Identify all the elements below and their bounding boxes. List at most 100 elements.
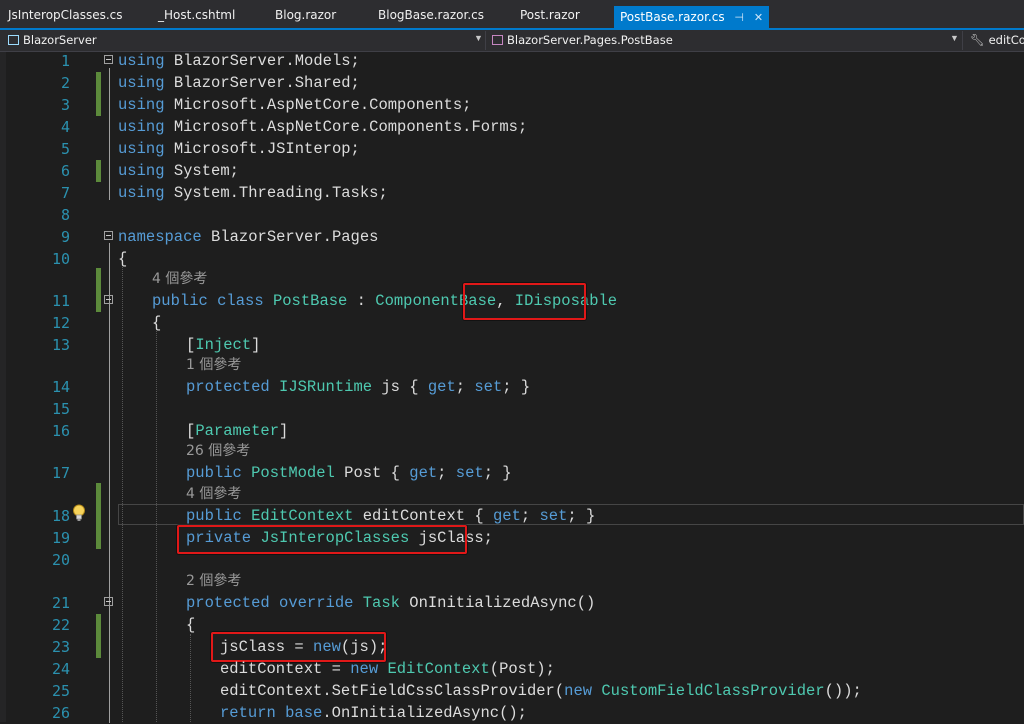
- code-line: 6 using System;: [0, 160, 1024, 182]
- tab-blog-razor[interactable]: Blog.razor: [275, 4, 336, 28]
- code-text: using Microsoft.JSInterop;: [118, 140, 360, 158]
- reference-count[interactable]: 1 個參考: [186, 354, 241, 376]
- line-number: 15: [51, 400, 70, 418]
- line-number: 23: [51, 638, 70, 656]
- tab-label: JsInteropClasses.cs: [8, 8, 123, 22]
- line-number: 16: [51, 422, 70, 440]
- change-marker: [96, 268, 101, 312]
- line-number: 19: [51, 529, 70, 547]
- code-line: 24 editContext = new EditContext(Post);: [0, 658, 1024, 680]
- code-line: 17 public PostModel Post { get; set; }: [0, 462, 1024, 484]
- pin-tab-icon[interactable]: ⊣: [734, 7, 744, 29]
- change-marker: [96, 94, 101, 116]
- chevron-down-icon[interactable]: ▼: [950, 33, 959, 43]
- line-number: 13: [51, 336, 70, 354]
- change-marker: [96, 72, 101, 94]
- collapse-icon[interactable]: [104, 295, 113, 304]
- navigation-bar: BlazorServer ▼ BlazorServer.Pages.PostBa…: [0, 30, 1024, 52]
- code-line: 15: [0, 398, 1024, 420]
- code-line: 26 return base.OnInitializedAsync();: [0, 702, 1024, 724]
- line-number: 1: [60, 52, 70, 70]
- code-text: using System;: [118, 162, 239, 180]
- divider: [962, 31, 963, 50]
- line-number: 10: [51, 250, 70, 268]
- line-number: 14: [51, 378, 70, 396]
- code-text: using System.Threading.Tasks;: [118, 184, 388, 202]
- member-dropdown[interactable]: 🔧︎ editCo: [970, 30, 1024, 51]
- tab-label: Post.razor: [520, 8, 580, 22]
- line-number: 3: [60, 96, 70, 114]
- code-text: using Microsoft.AspNetCore.Components.Fo…: [118, 118, 528, 136]
- code-text: public PostModel Post { get; set; }: [186, 464, 512, 482]
- collapse-icon[interactable]: [104, 231, 113, 240]
- code-text: editContext = new EditContext(Post);: [220, 660, 555, 678]
- code-line: 2 using BlazorServer.Shared;: [0, 72, 1024, 94]
- project-dropdown[interactable]: BlazorServer: [8, 30, 97, 51]
- code-line: 25 editContext.SetFieldCssClassProvider(…: [0, 680, 1024, 702]
- code-text: using BlazorServer.Models;: [118, 52, 360, 70]
- collapse-icon[interactable]: [104, 597, 113, 606]
- tab-postbase-razor-cs[interactable]: PostBase.razor.cs ⊣ ✕: [614, 6, 770, 29]
- codelens-line: 4 個參考: [0, 483, 1024, 505]
- code-line: 4 using Microsoft.AspNetCore.Components.…: [0, 116, 1024, 138]
- reference-count[interactable]: 4 個參考: [152, 268, 207, 290]
- line-number: 22: [51, 616, 70, 634]
- code-text: public EditContext editContext { get; se…: [186, 507, 596, 525]
- code-line: 22 {: [0, 614, 1024, 636]
- code-text: [Parameter]: [186, 422, 289, 440]
- code-text: return base.OnInitializedAsync();: [220, 704, 527, 722]
- line-number: 9: [60, 228, 70, 246]
- code-line: 14 protected IJSRuntime js { get; set; }: [0, 376, 1024, 398]
- code-text: namespace BlazorServer.Pages: [118, 228, 379, 246]
- tab-label: _Host.cshtml: [158, 8, 236, 22]
- code-line: 5 using Microsoft.JSInterop;: [0, 138, 1024, 160]
- code-text: {: [152, 314, 162, 332]
- tab-label: Blog.razor: [275, 8, 337, 22]
- tab-label: BlogBase.razor.cs: [378, 8, 484, 22]
- collapse-icon[interactable]: [104, 55, 113, 64]
- code-text: editContext.SetFieldCssClassProvider(new…: [220, 682, 862, 700]
- code-line: 9 namespace BlazorServer.Pages: [0, 226, 1024, 248]
- code-line: 7 using System.Threading.Tasks;: [0, 182, 1024, 204]
- code-text: {: [186, 616, 196, 634]
- lightbulb-icon[interactable]: [72, 504, 86, 522]
- line-number: 21: [51, 594, 70, 612]
- code-line: 8: [0, 204, 1024, 226]
- codelens-line: 26 個參考: [0, 440, 1024, 462]
- tab-blogbase-razor-cs[interactable]: BlogBase.razor.cs: [378, 4, 484, 28]
- tab-label: PostBase.razor.cs: [620, 10, 725, 24]
- reference-count[interactable]: 4 個參考: [186, 483, 241, 505]
- line-number: 24: [51, 660, 70, 678]
- code-text: using Microsoft.AspNetCore.Components;: [118, 96, 472, 114]
- class-icon: [492, 35, 503, 45]
- line-number: 2: [60, 74, 70, 92]
- chevron-down-icon[interactable]: ▼: [474, 33, 483, 43]
- line-number: 18: [51, 507, 70, 525]
- tab-post-razor[interactable]: Post.razor: [520, 4, 580, 28]
- codelens-line: 2 個參考: [0, 570, 1024, 592]
- line-number: 7: [60, 184, 70, 202]
- code-line: 19 private JsInteropClasses jsClass;: [0, 527, 1024, 549]
- line-number: 25: [51, 682, 70, 700]
- project-name: BlazorServer: [23, 33, 97, 47]
- code-line: 1 using BlazorServer.Models;: [0, 50, 1024, 72]
- line-number: 6: [60, 162, 70, 180]
- line-number: 8: [60, 206, 70, 224]
- reference-count[interactable]: 26 個參考: [186, 440, 250, 462]
- code-line: 23 jsClass = new(js);: [0, 636, 1024, 658]
- tab-host-cshtml[interactable]: _Host.cshtml: [158, 4, 235, 28]
- type-dropdown[interactable]: BlazorServer.Pages.PostBase: [492, 30, 673, 51]
- line-number: 12: [51, 314, 70, 332]
- line-number: 17: [51, 464, 70, 482]
- tab-jsinteropclasses-cs[interactable]: JsInteropClasses.cs: [8, 4, 123, 28]
- reference-count[interactable]: 2 個參考: [186, 570, 241, 592]
- code-text: using BlazorServer.Shared;: [118, 74, 360, 92]
- line-number: 11: [51, 292, 70, 310]
- code-line: 18 public EditContext editContext { get;…: [0, 483, 1024, 549]
- line-number: 26: [51, 704, 70, 722]
- code-line: 10 {: [0, 248, 1024, 270]
- close-tab-icon[interactable]: ✕: [754, 7, 763, 29]
- change-marker: [96, 160, 101, 182]
- csharp-project-icon: [8, 35, 19, 45]
- line-number: 5: [60, 140, 70, 158]
